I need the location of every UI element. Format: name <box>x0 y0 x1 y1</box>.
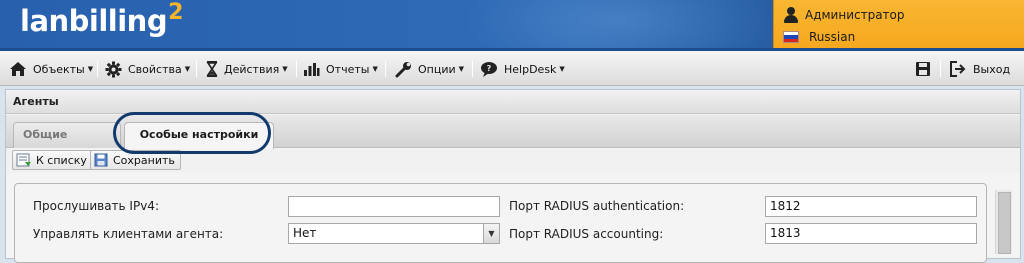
manage-clients-value: Нет <box>293 226 317 240</box>
chevron-down-icon: ▼ <box>372 65 378 73</box>
manage-clients-label: Управлять клиентами агента: <box>33 227 224 241</box>
home-icon <box>10 62 26 76</box>
menu-separator <box>97 61 98 77</box>
tab-special-settings[interactable]: Особые настройки <box>124 122 274 149</box>
menu-properties[interactable]: Свойства ▼ <box>105 58 190 80</box>
chevron-down-icon: ▼ <box>458 65 465 73</box>
menu-options-label: Опции <box>418 62 456 76</box>
menu-separator <box>940 61 941 77</box>
back-to-list-button[interactable]: К списку <box>12 150 93 170</box>
menu-actions-label: Действия <box>224 62 280 76</box>
language-selector[interactable]: Russian <box>783 27 855 47</box>
logo-text: lanbilling <box>20 4 168 38</box>
logout-icon <box>950 61 966 77</box>
menu-properties-label: Свойства <box>128 62 182 76</box>
menu-reports-label: Отчеты <box>326 62 370 76</box>
save-state-button[interactable] <box>915 58 937 80</box>
menu-helpdesk-label: HelpDesk <box>504 62 557 76</box>
agent-settings-form: Прослушивать IPv4: Управлять клиентами а… <box>14 183 987 263</box>
menu-objects[interactable]: Объекты ▼ <box>9 58 93 80</box>
menu-separator <box>472 61 473 77</box>
main-menubar: Объекты ▼ Свойства ▼ Действия ▼ Отчеты ▼ Опц… <box>0 48 1024 86</box>
tab-general-info[interactable]: Общие сведения <box>13 122 121 165</box>
panel-toolbar: К списку Сохранить <box>6 149 1020 173</box>
radius-auth-label: Порт RADIUS authentication: <box>509 199 685 213</box>
floppy-icon <box>916 62 930 76</box>
menu-options[interactable]: Опции ▼ <box>395 58 464 80</box>
radius-acct-port-input[interactable]: 1813 <box>765 223 977 244</box>
language-label: Russian <box>809 30 856 44</box>
gear-icon <box>105 61 122 77</box>
save-button[interactable]: Сохранить <box>90 150 181 170</box>
menu-helpdesk[interactable]: ? HelpDesk ▼ <box>480 58 565 80</box>
chevron-down-icon: ▼ <box>184 65 191 73</box>
agents-panel: Агенты Общие сведения Особые настройки К… <box>5 89 1021 263</box>
menu-actions[interactable]: Действия ▼ <box>206 58 288 80</box>
logout-button[interactable]: Выход <box>949 58 1010 80</box>
menu-separator <box>196 61 197 77</box>
manage-clients-select[interactable]: Нет ▼ <box>288 223 500 244</box>
chevron-down-icon: ▼ <box>282 65 288 73</box>
tab-strip: Общие сведения Особые настройки <box>6 115 1020 165</box>
chevron-down-icon: ▼ <box>559 65 565 73</box>
bar-chart-icon <box>304 63 320 76</box>
radius-acct-label: Порт RADIUS accounting: <box>509 227 664 241</box>
radius-auth-port-input[interactable]: 1812 <box>765 196 977 217</box>
panel-title: Агенты <box>6 90 1020 114</box>
menu-separator <box>385 61 386 77</box>
back-to-list-label: К списку <box>36 153 87 167</box>
chevron-down-icon[interactable]: ▼ <box>483 224 499 243</box>
chevron-down-icon: ▼ <box>87 65 94 73</box>
header-glow <box>460 0 780 48</box>
chat-icon: ? <box>481 62 497 77</box>
logo-version: 2 <box>168 0 183 25</box>
listen-ipv4-label: Прослушивать IPv4: <box>33 199 159 213</box>
logout-label: Выход <box>973 62 1011 76</box>
user-name: Администратор <box>805 8 905 22</box>
list-back-icon <box>16 153 31 167</box>
menu-separator <box>296 61 297 77</box>
scrollbar-thumb[interactable] <box>998 192 1011 254</box>
user-icon <box>783 7 799 23</box>
app-logo[interactable]: lanbilling2 <box>20 0 183 38</box>
menu-objects-label: Объекты <box>33 62 85 76</box>
menu-reports[interactable]: Отчеты ▼ <box>303 58 378 80</box>
russian-flag-icon <box>783 31 799 43</box>
vertical-scrollbar[interactable] <box>995 190 1012 254</box>
app-header: lanbilling2 Администратор Russian <box>0 0 1024 48</box>
save-label: Сохранить <box>113 153 175 167</box>
wrench-icon <box>395 61 411 77</box>
hourglass-icon <box>206 61 218 77</box>
listen-ipv4-input[interactable] <box>288 196 500 217</box>
user-panel: Администратор Russian <box>773 0 1024 48</box>
user-menu[interactable]: Администратор <box>783 5 905 25</box>
svg-text:?: ? <box>487 64 492 73</box>
save-icon <box>94 153 108 167</box>
